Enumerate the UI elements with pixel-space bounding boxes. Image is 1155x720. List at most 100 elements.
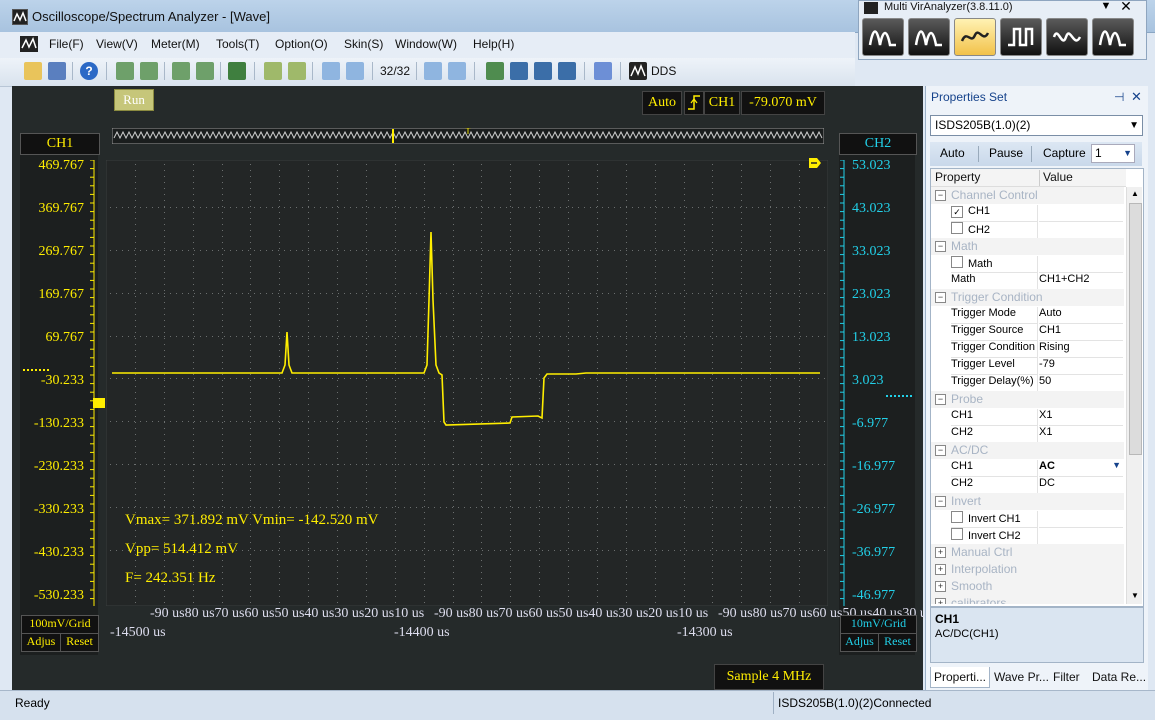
property-row[interactable]: CH2 X1 — [931, 425, 1124, 443]
ch1-reset-button[interactable]: Reset — [60, 633, 99, 652]
collapse-icon[interactable]: − — [935, 292, 946, 303]
collapse-icon[interactable]: − — [935, 241, 946, 252]
open-icon[interactable] — [24, 62, 42, 80]
filter-icon[interactable] — [594, 62, 612, 80]
category-smooth[interactable]: + Smooth — [931, 578, 1124, 595]
math-checkbox[interactable] — [951, 256, 963, 268]
waveform-overview-strip[interactable]: T — [112, 128, 824, 144]
ch1-volts-per-div[interactable]: 100mV/Grid — [21, 615, 99, 634]
property-value[interactable]: X1 — [1039, 426, 1123, 443]
tab-properties[interactable]: Properti... — [930, 667, 990, 688]
category-interpolation[interactable]: + Interpolation — [931, 561, 1124, 578]
vibration-mode-button[interactable] — [1092, 18, 1134, 56]
tab-data-record[interactable]: Data Re... — [1092, 667, 1146, 687]
scroll-up-icon[interactable]: ▲ — [1131, 189, 1139, 198]
ch2-volts-per-div[interactable]: 10mV/Grid — [840, 615, 917, 634]
menu-window[interactable]: Window(W) — [395, 37, 457, 51]
property-row[interactable]: Trigger Delay(%) 50 — [931, 374, 1124, 392]
collapse-icon[interactable]: − — [935, 496, 946, 507]
spectrum-mode-button[interactable] — [908, 18, 950, 56]
property-row[interactable]: Trigger Condition Rising — [931, 340, 1124, 358]
scroll-down-icon[interactable]: ▼ — [1131, 591, 1139, 600]
last-page-icon[interactable] — [448, 62, 466, 80]
auto-button[interactable]: Auto — [940, 146, 965, 160]
expand-icon[interactable]: + — [935, 564, 946, 575]
invert-ch1-checkbox[interactable] — [951, 511, 963, 523]
device-select[interactable]: ISDS205B(1.0)(2) ▼ — [930, 115, 1143, 136]
trigger-mode-display[interactable]: Auto — [642, 91, 682, 115]
menu-meter[interactable]: Meter(M) — [151, 37, 200, 51]
property-row[interactable]: Invert CH2 — [931, 527, 1124, 545]
category-trigger-condition[interactable]: − Trigger Condition — [931, 289, 1124, 306]
property-grid-scrollbar[interactable]: ▲ ▼ — [1126, 187, 1142, 604]
magnify-icon[interactable] — [288, 62, 306, 80]
expand-icon[interactable]: + — [935, 598, 946, 604]
recorder-mode-button[interactable] — [954, 18, 996, 56]
property-row[interactable]: Trigger Mode Auto — [931, 306, 1124, 324]
ch1-label[interactable]: CH1 — [20, 133, 100, 155]
cursor-icon[interactable] — [228, 62, 246, 80]
property-value[interactable]: -79 — [1039, 358, 1123, 375]
panel-close-icon[interactable]: ✕ — [1131, 89, 1142, 105]
prev-page-icon[interactable] — [346, 62, 364, 80]
rising-edge-icon[interactable] — [684, 91, 704, 115]
property-row[interactable]: Trigger Source CH1 — [931, 323, 1124, 341]
property-value[interactable]: DC — [1039, 477, 1123, 494]
tab-wave-properties[interactable]: Wave Pr... — [994, 667, 1049, 687]
expand-icon[interactable]: + — [935, 547, 946, 558]
property-row[interactable]: CH2 — [931, 221, 1124, 239]
property-row[interactable]: Math — [931, 255, 1124, 273]
ch1-checkbox[interactable]: ✓ — [951, 206, 963, 218]
category-acdc[interactable]: − AC/DC — [931, 442, 1124, 459]
property-row[interactable]: CH2 DC — [931, 476, 1124, 494]
help-icon[interactable]: ? — [80, 62, 98, 80]
logic-mode-button[interactable] — [1046, 18, 1088, 56]
chart-icon[interactable] — [486, 62, 504, 80]
menu-file[interactable]: File(F) — [49, 37, 84, 51]
property-value[interactable]: CH1 — [1039, 324, 1123, 341]
columns-icon[interactable] — [264, 62, 282, 80]
pause-button[interactable]: Pause — [989, 146, 1023, 160]
category-calibrators[interactable]: + calibrators — [931, 595, 1124, 604]
dds-mode-button[interactable] — [1000, 18, 1042, 56]
save-icon[interactable] — [48, 62, 66, 80]
expand-vertical-icon[interactable] — [196, 62, 214, 80]
ch1-adjust-button[interactable]: Adjus — [21, 633, 61, 652]
menu-help[interactable]: Help(H) — [473, 37, 514, 51]
ch2-label[interactable]: CH2 — [839, 133, 917, 155]
property-value[interactable]: 50 — [1039, 375, 1123, 392]
category-channel-control[interactable]: − Channel Control — [931, 187, 1124, 204]
property-row[interactable]: CH1 AC ▼ — [931, 459, 1124, 477]
run-button[interactable]: Run — [114, 89, 154, 111]
trigger-channel-display[interactable]: CH1 — [704, 91, 740, 115]
dds-button-label[interactable]: DDS — [651, 64, 676, 78]
zoom-in-icon[interactable] — [116, 62, 134, 80]
split-vertical-icon[interactable] — [534, 62, 552, 80]
property-value[interactable]: Rising — [1039, 341, 1123, 358]
pin-icon[interactable]: ⊣ — [1114, 90, 1124, 104]
menu-skin[interactable]: Skin(S) — [344, 37, 383, 51]
capture-count-input[interactable]: 1 ▼ — [1091, 144, 1135, 163]
menu-view[interactable]: View(V) — [96, 37, 138, 51]
property-value[interactable]: X1 — [1039, 409, 1123, 426]
list-icon[interactable] — [510, 62, 528, 80]
category-probe[interactable]: − Probe — [931, 391, 1124, 408]
property-row[interactable]: Math CH1+CH2 — [931, 272, 1124, 290]
acdc-ch1-select[interactable]: AC ▼ — [1039, 460, 1123, 477]
ch1-offset-handle[interactable] — [93, 398, 105, 408]
oscilloscope-mode-button[interactable] — [862, 18, 904, 56]
expand-horizontal-icon[interactable] — [172, 62, 190, 80]
next-page-icon[interactable] — [424, 62, 442, 80]
property-value[interactable]: CH1+CH2 — [1039, 273, 1123, 290]
menu-option[interactable]: Option(O) — [275, 37, 328, 51]
tab-filter[interactable]: Filter — [1053, 667, 1080, 687]
property-row[interactable]: Trigger Level -79 — [931, 357, 1124, 375]
waveform-grid[interactable] — [106, 160, 828, 606]
category-invert[interactable]: − Invert — [931, 493, 1124, 510]
multivir-dropdown-icon[interactable]: ▼ — [1098, 0, 1114, 14]
scroll-thumb[interactable] — [1129, 203, 1142, 455]
trigger-level-handle[interactable] — [808, 157, 822, 169]
doc-icon[interactable] — [20, 36, 38, 52]
category-math[interactable]: − Math — [931, 238, 1124, 255]
property-value[interactable]: Auto — [1039, 307, 1123, 324]
